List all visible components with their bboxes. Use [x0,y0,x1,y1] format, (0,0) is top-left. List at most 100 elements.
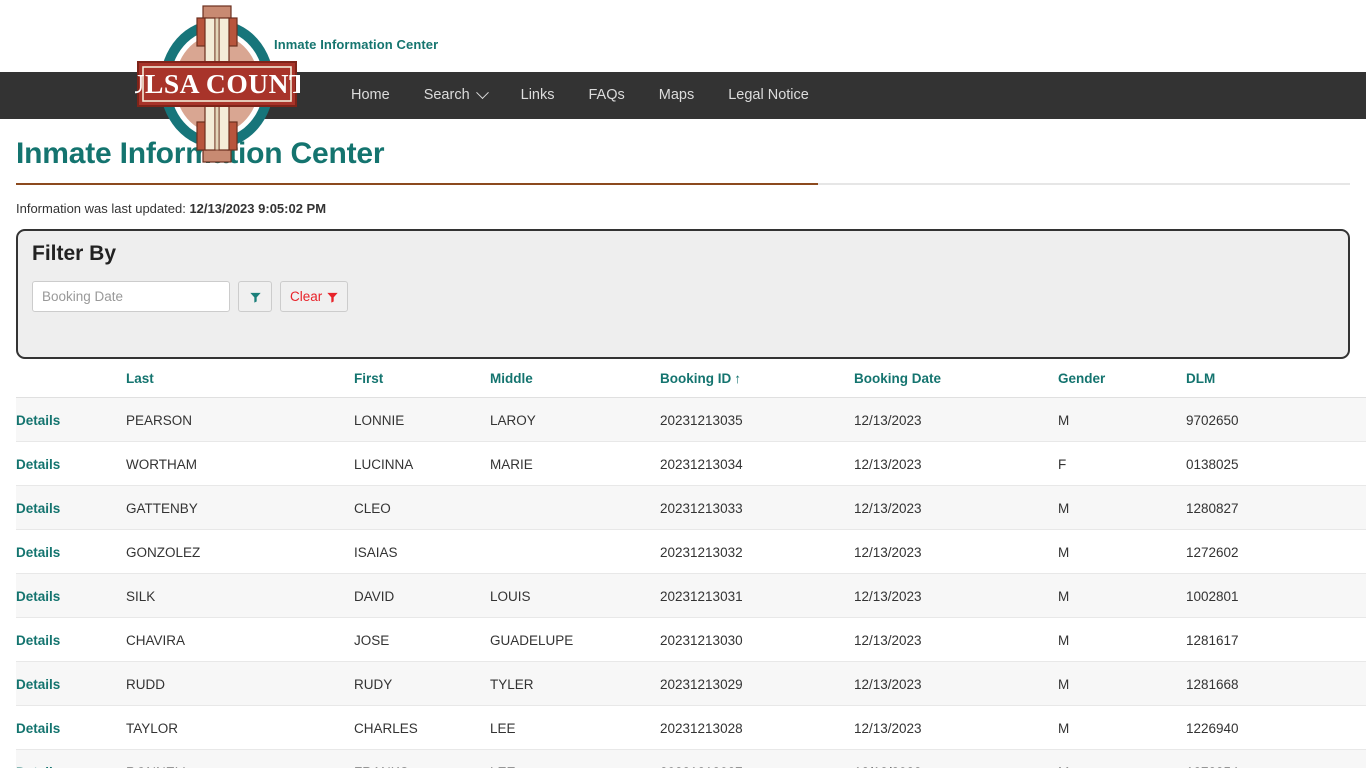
details-link[interactable]: Details [16,589,60,604]
table-row: Details PEARSON LONNIE LAROY 20231213035 12/1… [16,397,1366,442]
print-cell [1336,573,1366,618]
cell-last: CHAVIRA [126,617,354,662]
details-cell: Details [16,617,126,662]
last-updated-label: Information was last updated: [16,201,186,216]
nav-item-legal-notice[interactable]: Legal Notice [711,72,826,119]
cell-first: FRANKS [354,749,490,768]
cell-booking-date: 12/13/2023 [854,573,1058,618]
cell-booking-id: 20231213035 [660,397,854,442]
cell-first: JOSE [354,617,490,662]
cell-dlm: 1272602 [1186,529,1336,574]
cell-middle: LOUIS [490,573,660,618]
cell-gender: M [1058,397,1186,442]
table-row: Details RUDD RUDY TYLER 20231213029 12/13/202… [16,661,1366,706]
clear-filter-button[interactable]: Clear [280,281,349,312]
inmate-table: Last First Middle Booking ID ↑ Booking Da… [16,359,1366,768]
cell-first: LUCINNA [354,441,490,486]
filter-panel: Filter By Clear [16,229,1350,359]
cell-last: SILK [126,573,354,618]
column-header-last[interactable]: Last [126,359,354,398]
cell-gender: M [1058,617,1186,662]
cell-gender: M [1058,705,1186,750]
nav-label: Legal Notice [728,87,809,103]
details-cell: Details [16,441,126,486]
print-cell [1336,441,1366,486]
column-header-booking-id[interactable]: Booking ID ↑ [660,359,854,398]
nav-item-search[interactable]: Search [407,72,504,119]
nav-label: Home [351,87,390,103]
table-row: Details RONNELLFRANKSLEE2023121302712/13/… [16,749,1366,768]
cell-gender: M [1058,749,1186,768]
details-link[interactable]: Details [16,633,60,648]
nav-item-maps[interactable]: Maps [642,72,711,119]
cell-gender: M [1058,485,1186,530]
column-header-first[interactable]: First [354,359,490,398]
chevron-down-icon [475,86,489,100]
cell-middle: LEE [490,705,660,750]
table-head: Last First Middle Booking ID ↑ Booking Da… [16,359,1366,398]
details-cell: Details [16,485,126,530]
svg-text:TULSA COUNTY: TULSA COUNTY [135,69,300,99]
cell-dlm: 1226940 [1186,705,1336,750]
cell-first: ISAIAS [354,529,490,574]
column-header-gender[interactable]: Gender [1058,359,1186,398]
cell-booking-id: 20231213027 [660,749,854,768]
table-row: Details SILK DAVID LOUIS 20231213031 12/13/20… [16,573,1366,618]
nav-label: Maps [658,87,695,103]
cell-booking-id: 20231213033 [660,485,854,530]
cell-booking-id: 20231213034 [660,441,854,486]
tulsa-county-logo[interactable]: TULSA COUNTY [135,4,300,164]
details-link[interactable]: Details [16,721,60,736]
details-link[interactable]: Details [16,677,60,692]
filter-legend: Filter By [32,242,117,265]
cell-first: DAVID [354,573,490,618]
print-cell [1336,397,1366,442]
cell-last: PEARSON [126,397,354,442]
cell-first: RUDY [354,661,490,706]
details-link[interactable]: Details [16,457,60,472]
column-header-dlm[interactable]: DLM [1186,359,1336,398]
cell-middle: LAROY [490,397,660,442]
cell-dlm: 1002801 [1186,573,1336,618]
print-cell [1336,617,1366,662]
cell-last: GATTENBY [126,485,354,530]
cell-booking-date: 12/13/2023 [854,705,1058,750]
apply-filter-button[interactable] [238,281,272,312]
cell-first: CLEO [354,485,490,530]
table-row: Details GONZOLEZ ISAIAS 20231213032 12/13/20… [16,529,1366,574]
cell-booking-id: 20231213030 [660,617,854,662]
details-link[interactable]: Details [16,545,60,560]
cell-dlm: 1281668 [1186,661,1336,706]
print-cell [1336,749,1366,768]
details-cell: Details [16,573,126,618]
cell-booking-date: 12/13/2023 [854,661,1058,706]
cell-booking-date: 12/13/2023 [854,749,1058,768]
cell-booking-id: 20231213028 [660,705,854,750]
nav-item-faqs[interactable]: FAQs [572,72,642,119]
print-cell [1336,661,1366,706]
details-cell: Details [16,397,126,442]
cell-middle: TYLER [490,661,660,706]
details-cell: Details [16,749,126,768]
last-updated-text: Information was last updated: 12/13/2023… [0,185,1366,216]
booking-date-input[interactable] [32,281,230,312]
details-link[interactable]: Details [16,413,60,428]
cell-middle: LEE [490,749,660,768]
details-link[interactable]: Details [16,765,60,768]
nav-item-links[interactable]: Links [504,72,572,119]
cell-booking-date: 12/13/2023 [854,397,1058,442]
table-body: Details PEARSON LONNIE LAROY 20231213035 12/1… [16,397,1366,768]
cell-booking-date: 12/13/2023 [854,441,1058,486]
print-cell [1336,705,1366,750]
table-header-row: Last First Middle Booking ID ↑ Booking Da… [16,359,1366,398]
filter-section: Filter By Clear [0,216,1366,359]
nav-item-home[interactable]: Home [334,72,407,119]
column-header-middle[interactable]: Middle [490,359,660,398]
cell-middle: MARIE [490,441,660,486]
details-link[interactable]: Details [16,501,60,516]
column-header-booking-date[interactable]: Booking Date [854,359,1058,398]
cell-gender: F [1058,441,1186,486]
cell-gender: M [1058,661,1186,706]
nav-label: Links [520,87,555,103]
filter-controls: Clear [32,281,1334,312]
